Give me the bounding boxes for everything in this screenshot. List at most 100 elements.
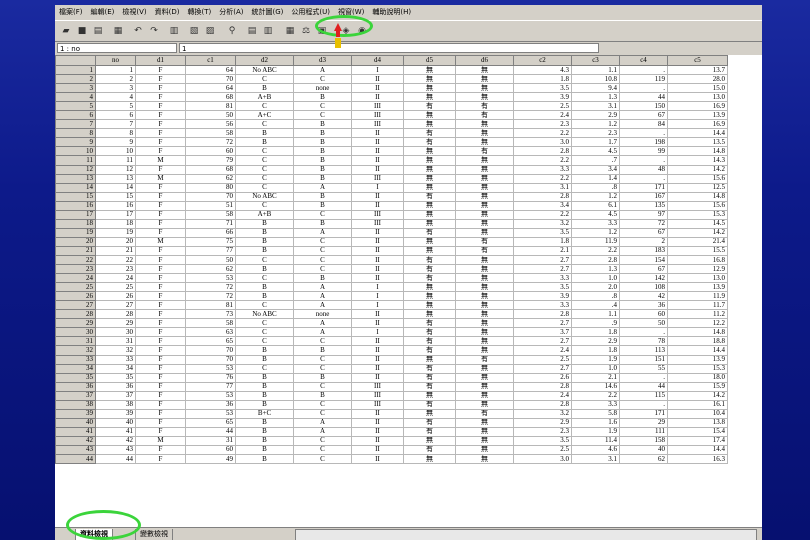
data-cell[interactable]: 3.5 bbox=[513, 227, 572, 238]
data-cell[interactable]: 2.2 bbox=[513, 155, 572, 166]
data-cell[interactable]: 3.3 bbox=[513, 273, 572, 284]
data-cell[interactable]: 16 bbox=[95, 200, 136, 211]
data-cell[interactable]: 15.4 bbox=[667, 426, 728, 437]
data-cell[interactable]: 1.3 bbox=[571, 92, 620, 103]
row-header[interactable]: 17 bbox=[55, 209, 96, 220]
data-cell[interactable]: 無 bbox=[455, 381, 514, 392]
data-cell[interactable]: 22 bbox=[95, 254, 136, 266]
data-cell[interactable]: 有 bbox=[403, 264, 456, 275]
data-cell[interactable]: I bbox=[351, 327, 404, 338]
data-cell[interactable]: 15 bbox=[95, 191, 136, 202]
data-cell[interactable]: 無 bbox=[455, 64, 514, 76]
data-cell[interactable]: .8 bbox=[571, 291, 620, 302]
data-cell[interactable]: B bbox=[293, 218, 352, 229]
column-header-d2[interactable]: d2 bbox=[235, 55, 294, 66]
data-cell[interactable]: 14.4 bbox=[667, 444, 728, 456]
data-cell[interactable]: F bbox=[135, 101, 186, 112]
menu-item-6[interactable]: 統計圖(G) bbox=[248, 5, 288, 19]
menu-item-3[interactable]: 資料(D) bbox=[151, 5, 184, 19]
data-cell[interactable]: C bbox=[293, 399, 352, 410]
data-cell[interactable]: 44 bbox=[619, 92, 668, 103]
data-cell[interactable]: 15.5 bbox=[667, 245, 728, 256]
column-header-d1[interactable]: d1 bbox=[135, 55, 186, 66]
data-cell[interactable]: 77 bbox=[185, 245, 236, 256]
row-header[interactable]: 15 bbox=[55, 191, 96, 202]
data-cell[interactable]: 無 bbox=[403, 390, 456, 401]
data-cell[interactable]: F bbox=[135, 119, 186, 130]
data-cell[interactable]: 2 bbox=[619, 236, 668, 247]
data-cell[interactable]: 無 bbox=[455, 372, 514, 383]
data-cell[interactable]: 無 bbox=[403, 245, 456, 256]
row-header[interactable]: 20 bbox=[55, 236, 96, 247]
data-cell[interactable]: 15.0 bbox=[667, 83, 728, 94]
data-cell[interactable]: 11.9 bbox=[571, 236, 620, 247]
data-cell[interactable]: 4 bbox=[95, 92, 136, 103]
data-cell[interactable]: F bbox=[135, 327, 186, 338]
data-cell[interactable]: 115 bbox=[619, 390, 668, 401]
data-cell[interactable]: B+C bbox=[235, 408, 294, 419]
open-folder-icon[interactable]: ▰ bbox=[59, 24, 73, 37]
data-cell[interactable]: F bbox=[135, 408, 186, 419]
data-cell[interactable]: II bbox=[351, 318, 404, 329]
data-cell[interactable]: 無 bbox=[455, 282, 514, 293]
data-cell[interactable]: 11.7 bbox=[667, 300, 728, 311]
data-cell[interactable]: II bbox=[351, 417, 404, 428]
data-cell[interactable]: 36 bbox=[95, 381, 136, 392]
data-cell[interactable]: . bbox=[619, 83, 668, 94]
data-cell[interactable]: . bbox=[619, 372, 668, 383]
data-cell[interactable]: 70 bbox=[185, 74, 236, 85]
data-cell[interactable]: 171 bbox=[619, 408, 668, 419]
data-cell[interactable]: B bbox=[235, 454, 294, 465]
data-cell[interactable]: 44 bbox=[95, 454, 136, 465]
data-cell[interactable]: 無 bbox=[455, 128, 514, 139]
data-cell[interactable]: 11.9 bbox=[667, 291, 728, 302]
data-cell[interactable]: 2.4 bbox=[513, 110, 572, 121]
data-cell[interactable]: 無 bbox=[455, 173, 514, 184]
data-cell[interactable]: B bbox=[235, 417, 294, 428]
data-cell[interactable]: 113 bbox=[619, 345, 668, 356]
data-cell[interactable]: F bbox=[135, 209, 186, 220]
data-cell[interactable]: B bbox=[235, 435, 294, 446]
data-cell[interactable]: 2.3 bbox=[571, 128, 620, 139]
data-cell[interactable]: II bbox=[351, 435, 404, 446]
data-cell[interactable]: 3.9 bbox=[513, 291, 572, 302]
data-cell[interactable]: III bbox=[351, 209, 404, 220]
data-cell[interactable]: C bbox=[235, 254, 294, 266]
data-cell[interactable]: F bbox=[135, 245, 186, 256]
data-cell[interactable]: 16.9 bbox=[667, 101, 728, 112]
data-cell[interactable]: M bbox=[135, 155, 186, 166]
data-cell[interactable]: 2.7 bbox=[513, 336, 572, 347]
data-cell[interactable]: 有 bbox=[403, 101, 456, 112]
data-cell[interactable]: F bbox=[135, 318, 186, 329]
data-cell[interactable]: II bbox=[351, 426, 404, 437]
data-cell[interactable]: 無 bbox=[455, 363, 514, 374]
data-cell[interactable]: III bbox=[351, 218, 404, 229]
row-header[interactable]: 22 bbox=[55, 254, 96, 266]
row-header[interactable]: 27 bbox=[55, 300, 96, 311]
data-cell[interactable]: 13.9 bbox=[667, 282, 728, 293]
data-cell[interactable]: 5 bbox=[95, 101, 136, 112]
data-cell[interactable]: 29 bbox=[619, 417, 668, 428]
data-cell[interactable]: 有 bbox=[455, 354, 514, 365]
data-cell[interactable]: 158 bbox=[619, 435, 668, 446]
data-cell[interactable]: 198 bbox=[619, 137, 668, 148]
data-cell[interactable]: 有 bbox=[403, 273, 456, 284]
data-cell[interactable]: 3.5 bbox=[513, 435, 572, 446]
data-cell[interactable]: I bbox=[351, 182, 404, 193]
data-cell[interactable]: C bbox=[235, 327, 294, 338]
data-cell[interactable]: C bbox=[293, 110, 352, 121]
data-cell[interactable]: B bbox=[293, 164, 352, 175]
data-cell[interactable]: 53 bbox=[185, 363, 236, 374]
column-header-c1[interactable]: c1 bbox=[185, 55, 236, 66]
data-cell[interactable]: 2.8 bbox=[513, 381, 572, 392]
data-cell[interactable]: 無 bbox=[455, 200, 514, 211]
data-cell[interactable]: 2.4 bbox=[513, 345, 572, 356]
row-header[interactable]: 10 bbox=[55, 146, 96, 157]
find-icon[interactable]: ⚲ bbox=[225, 24, 239, 37]
data-cell[interactable]: 14.8 bbox=[667, 146, 728, 157]
data-cell[interactable]: F bbox=[135, 227, 186, 238]
data-cell[interactable]: 8 bbox=[95, 128, 136, 139]
data-cell[interactable]: F bbox=[135, 92, 186, 103]
data-cell[interactable]: 49 bbox=[185, 454, 236, 465]
data-cell[interactable]: 4.3 bbox=[513, 64, 572, 76]
